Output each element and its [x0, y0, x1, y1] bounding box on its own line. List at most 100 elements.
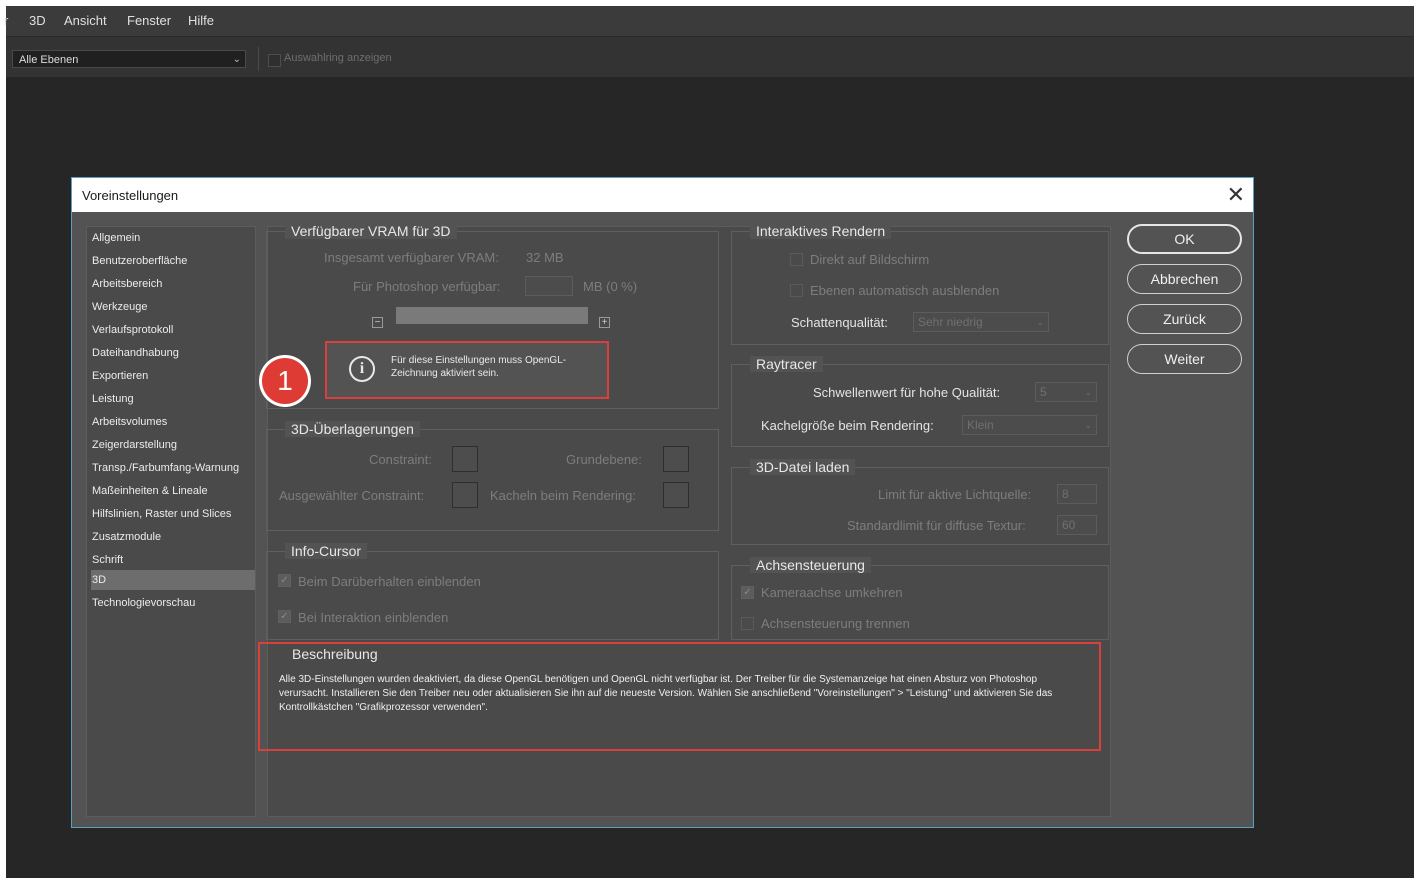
light-limit-label: Limit für aktive Lichtquelle: [878, 487, 1032, 502]
light-limit-input[interactable]: 8 [1057, 484, 1097, 504]
chevron-down-icon: ⌄ [1084, 387, 1092, 397]
layer-select-value: Alle Ebenen [19, 54, 79, 66]
invert-axis-checkbox[interactable]: ✓ [741, 586, 754, 599]
sidebar-item-masseinheiten[interactable]: Maßeinheiten & Lineale [91, 481, 255, 501]
sidebar-item-hilfslinien[interactable]: Hilfslinien, Raster und Slices [91, 504, 255, 524]
sidebar-item-leistung[interactable]: Leistung [91, 389, 255, 409]
minus-icon[interactable]: − [372, 317, 383, 328]
interaction-label: Bei Interaktion einblenden [298, 610, 449, 625]
shadow-quality-value: Sehr niedrig [918, 315, 983, 329]
sidebar-item-technologievorschau[interactable]: Technologievorschau [91, 593, 255, 613]
close-icon[interactable]: ✕ [1227, 182, 1245, 208]
available-vram-input[interactable] [525, 276, 573, 296]
vram-slider[interactable] [396, 307, 588, 324]
file-load-group: 3D-Datei laden [731, 459, 1109, 545]
separate-axis-label: Achsensteuerung trennen [761, 616, 910, 631]
tile-size-select[interactable]: Klein ⌄ [962, 415, 1097, 435]
sidebar-item-zusatzmodule[interactable]: Zusatzmodule [91, 527, 255, 547]
overlays-group: 3D-Überlagerungen [266, 421, 719, 531]
constraint-label: Constraint: [369, 452, 432, 467]
sidebar-item-arbeitsbereich[interactable]: Arbeitsbereich [91, 274, 255, 294]
sidebar-item-verlaufsprotokoll[interactable]: Verlaufsprotokoll [91, 320, 255, 340]
autohide-label: Ebenen automatisch ausblenden [810, 283, 1000, 298]
menu-item-hilfe[interactable]: Hilfe [188, 13, 214, 28]
hover-label: Beim Darüberhalten einblenden [298, 574, 481, 589]
info-icon: i [349, 356, 375, 382]
menu-bar: r 3D Ansicht Fenster Hilfe [4, 6, 1414, 36]
tile-size-value: Klein [967, 418, 994, 432]
selected-constraint-label: Ausgewählter Constraint: [279, 488, 425, 503]
texture-limit-value: 60 [1062, 518, 1076, 532]
texture-limit-label: Standardlimit für diffuse Textur: [847, 518, 1026, 533]
overlays-title: 3D-Überlagerungen [285, 421, 420, 437]
texture-limit-input[interactable]: 60 [1057, 515, 1097, 535]
sidebar-item-zeigerdarstellung[interactable]: Zeigerdarstellung [91, 435, 255, 455]
available-vram-label: Für Photoshop verfügbar: [353, 279, 501, 294]
selected-constraint-swatch[interactable] [452, 482, 478, 508]
shadow-quality-select[interactable]: Sehr niedrig ⌄ [913, 312, 1049, 332]
sidebar-item-farbumfang-warnung[interactable]: Transp./Farbumfang-Warnung [91, 458, 255, 478]
axis-title: Achsensteuerung [750, 557, 871, 573]
menu-item-3d[interactable]: 3D [29, 13, 46, 28]
tiles-label: Kacheln beim Rendering: [490, 488, 636, 503]
direct-checkbox[interactable] [790, 253, 803, 266]
ground-label: Grundebene: [566, 452, 642, 467]
menu-item-ansicht[interactable]: Ansicht [64, 13, 107, 28]
interactive-render-title: Interaktives Rendern [750, 223, 892, 239]
hover-checkbox[interactable]: ✓ [278, 574, 291, 587]
layer-select[interactable]: Alle Ebenen ⌄ [12, 50, 246, 68]
file-load-title: 3D-Datei laden [750, 459, 856, 475]
chevron-down-icon: ⌄ [1084, 420, 1092, 430]
dialog-title: Voreinstellungen [82, 188, 179, 203]
vram-title: Verfügbarer VRAM für 3D [285, 223, 457, 239]
sidebar-item-werkzeuge[interactable]: Werkzeuge [91, 297, 255, 317]
sidebar-item-arbeitsvolumes[interactable]: Arbeitsvolumes [91, 412, 255, 432]
options-bar: Alle Ebenen ⌄ Auswahlring anzeigen [6, 36, 1414, 77]
threshold-label: Schwellenwert für hohe Qualität: [813, 385, 1001, 400]
total-vram-label: Insgesamt verfügbarer VRAM: [324, 250, 499, 265]
available-vram-unit: MB (0 %) [583, 279, 638, 294]
ground-color-swatch[interactable] [663, 446, 689, 472]
back-button[interactable]: Zurück [1127, 304, 1242, 334]
preferences-sidebar: Allgemein Benutzeroberfläche Arbeitsbere… [86, 226, 256, 817]
description-title: Beschreibung [292, 646, 378, 662]
raytracer-title: Raytracer [750, 356, 823, 372]
total-vram-value: 32 MB [526, 250, 564, 265]
opengl-warning-text: Für diese Einstellungen muss OpenGL-Zeic… [391, 355, 567, 379]
threshold-select[interactable]: 5 ⌄ [1035, 382, 1097, 402]
chevron-down-icon: ⌄ [232, 54, 241, 65]
invert-axis-label: Kameraachse umkehren [761, 585, 903, 600]
direct-label: Direkt auf Bildschirm [810, 252, 930, 267]
separate-axis-checkbox[interactable] [741, 617, 754, 630]
annotation-badge: 1 [262, 358, 308, 404]
show-ring-checkbox[interactable] [268, 54, 281, 67]
opengl-warning: i Für diese Einstellungen muss OpenGL-Ze… [325, 341, 609, 399]
sidebar-item-benutzeroberflaeche[interactable]: Benutzeroberfläche [91, 251, 255, 271]
autohide-checkbox[interactable] [790, 284, 803, 297]
shadow-quality-label: Schattenqualität: [791, 315, 888, 330]
divider [258, 47, 259, 71]
sidebar-item-dateihandhabung[interactable]: Dateihandhabung [91, 343, 255, 363]
constraint-color-swatch[interactable] [452, 446, 478, 472]
cancel-button[interactable]: Abbrechen [1127, 264, 1242, 294]
sidebar-item-exportieren[interactable]: Exportieren [91, 366, 255, 386]
menu-item-fenster[interactable]: Fenster [127, 13, 171, 28]
info-cursor-group: Info-Cursor [266, 543, 719, 640]
description-text: Alle 3D-Einstellungen wurden deaktiviert… [279, 674, 1053, 713]
plus-icon[interactable]: + [599, 317, 610, 328]
ok-button[interactable]: OK [1127, 224, 1242, 254]
show-ring-label: Auswahlring anzeigen [284, 52, 392, 64]
info-cursor-title: Info-Cursor [285, 543, 368, 559]
tile-size-label: Kachelgröße beim Rendering: [761, 418, 934, 433]
sidebar-item-allgemein[interactable]: Allgemein [91, 228, 255, 248]
interaction-checkbox[interactable]: ✓ [278, 610, 291, 623]
threshold-value: 5 [1040, 385, 1047, 399]
dialog-titlebar: Voreinstellungen ✕ [72, 178, 1253, 212]
description-panel: Beschreibung Alle 3D-Einstellungen wurde… [258, 642, 1101, 751]
menu-item-partial[interactable]: r [4, 13, 8, 28]
next-button[interactable]: Weiter [1127, 344, 1242, 374]
sidebar-item-schrift[interactable]: Schrift [91, 550, 255, 570]
sidebar-item-3d[interactable]: 3D [91, 570, 255, 590]
light-limit-value: 8 [1062, 487, 1069, 501]
tiles-color-swatch[interactable] [663, 482, 689, 508]
